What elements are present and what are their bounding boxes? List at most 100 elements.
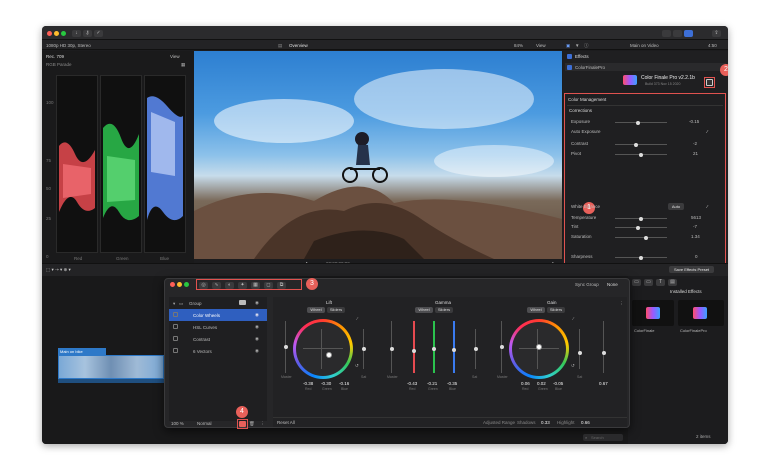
video-inspector-icon[interactable]: ▣ [566,43,570,49]
layer-checkbox[interactable] [173,348,178,353]
gamma-red-slider[interactable] [411,321,416,373]
gain-wheel-mode[interactable]: Wheel [527,307,545,313]
opacity-value[interactable]: 100 % [171,421,184,426]
scope-view-menu[interactable]: View [170,54,180,59]
wheel-value[interactable]: -0.38 [303,381,313,386]
layout-library-icon[interactable] [662,29,671,37]
layer-row[interactable]: 6 Vectors ◉ [169,345,267,357]
wheel-value[interactable]: -0.43 [407,381,417,386]
wheel-puck[interactable] [326,352,332,358]
panel-zoom-button[interactable] [184,282,189,287]
saturation-slider[interactable] [615,235,667,240]
slider-knob[interactable] [639,255,643,260]
slider-knob[interactable] [639,152,643,157]
layer-checkbox[interactable] [173,312,178,317]
eye-icon[interactable]: ◉ [255,300,259,306]
lift-sliders-mode[interactable]: Sliders [327,307,345,313]
extra-value[interactable]: 0.67 [599,381,608,386]
plugin-enabled-checkbox[interactable] [567,64,572,70]
slider-knob[interactable] [431,347,436,351]
param-value[interactable]: 0 [695,254,698,259]
slider-knob[interactable] [636,225,641,230]
layer-checkbox[interactable] [173,336,178,341]
gain-color-wheel[interactable] [509,319,569,379]
lift-master-slider[interactable] [283,321,288,373]
wheel-value[interactable]: -0.30 [321,381,331,386]
layer-row[interactable]: HSL Curves ◉ [169,321,267,333]
reset-all-button[interactable]: Reset All [277,420,295,425]
more-icon[interactable]: ⋮ [260,421,265,427]
layer-group-row[interactable]: ▾ ▭ Group ◉ [169,297,267,309]
slider-knob[interactable] [601,351,606,355]
shadows-value[interactable]: 0.33 [541,420,550,425]
extra-slider[interactable] [601,321,606,373]
wheel-value[interactable]: -0.35 [447,381,457,386]
slider-knob[interactable] [499,345,504,349]
param-value[interactable]: -7 [693,224,697,229]
layer-row[interactable]: Color Wheels ◉ [169,309,267,321]
share-icon[interactable]: ⇪ [712,29,721,37]
eye-icon[interactable]: ◉ [255,336,259,342]
check-icon[interactable]: ✓ [94,29,103,37]
chevron-down-icon[interactable]: ▾ [173,301,175,307]
eye-icon[interactable]: ◉ [255,324,259,330]
layer-checkbox[interactable] [173,324,178,329]
viewer[interactable] [194,51,562,259]
slider-knob[interactable] [577,351,582,355]
slider-knob[interactable] [636,120,641,125]
effect-thumb[interactable] [678,300,724,326]
pivot-slider[interactable] [615,152,667,157]
close-button[interactable] [47,30,52,36]
select-tool-icon[interactable]: ⬚ ▾ ⇢ ▾ ⊕ ▾ [46,267,71,273]
viewer-view-menu[interactable]: View [536,43,546,48]
options-icon[interactable]: ⋮ [619,301,624,307]
video-clip[interactable] [58,355,164,379]
effects-icon[interactable]: ▭ [632,279,641,286]
trash-icon[interactable]: 🗑 [249,421,255,427]
temperature-slider[interactable] [615,216,667,221]
lift-color-wheel[interactable] [293,319,353,379]
param-value[interactable]: 5613 [691,215,701,220]
save-preset-button[interactable]: Save Effects Preset [669,266,714,273]
effect-thumb[interactable] [632,300,674,326]
gamma-sliders-mode[interactable]: Sliders [435,307,453,313]
gamma-wheel-mode[interactable]: Wheel [415,307,433,313]
reset-icon[interactable]: ↺ [355,363,359,369]
wheel-value[interactable]: -0.16 [339,381,349,386]
checkbox-checked[interactable] [567,54,572,59]
lift-sat-slider[interactable] [361,329,366,369]
titles-icon[interactable]: T [656,279,665,286]
lift-wheel-mode[interactable]: Wheel [307,307,325,313]
param-value[interactable]: -0.15 [689,119,699,124]
gain-sliders-mode[interactable]: Sliders [547,307,565,313]
generators-icon[interactable]: ▤ [668,279,677,286]
gamma-blue-slider[interactable] [451,321,456,373]
gamma-green-slider[interactable] [431,321,436,373]
info-icon[interactable]: ⓘ [584,43,589,49]
minimize-button[interactable] [54,30,59,36]
key-icon[interactable]: ⚷ [83,29,92,37]
gain-sat-slider[interactable] [577,329,582,369]
slider-knob[interactable] [644,235,649,240]
zoom-level[interactable]: 84% [514,43,523,48]
filter-icon[interactable]: ▼ [575,43,579,48]
sharpness-slider[interactable] [615,255,667,260]
effects-search-field[interactable]: ⌕ Search [583,434,623,441]
slider-knob[interactable] [473,347,478,351]
clip-title-bar[interactable]: Main on bike [58,348,106,355]
wb-eyedropper-icon[interactable]: ⁄ [707,204,708,209]
tint-slider[interactable] [615,225,667,230]
gain-master-slider[interactable] [499,321,504,373]
eyedropper-icon[interactable]: ⁄ [357,316,358,321]
param-value[interactable]: 1.34 [691,234,700,239]
auto-wb-button[interactable]: Auto [668,203,684,210]
plugin-row[interactable]: ColorFinalePro [565,63,726,71]
wheel-value[interactable]: 0.06 [521,381,530,386]
highlights-value[interactable]: 0.66 [581,420,590,425]
layout-inspector-icon[interactable] [684,29,693,37]
zoom-button[interactable] [61,30,66,36]
panel-close-button[interactable] [170,282,175,287]
wheel-value[interactable]: -0.21 [427,381,437,386]
contrast-slider[interactable] [615,142,667,147]
param-value[interactable]: -2 [693,141,697,146]
